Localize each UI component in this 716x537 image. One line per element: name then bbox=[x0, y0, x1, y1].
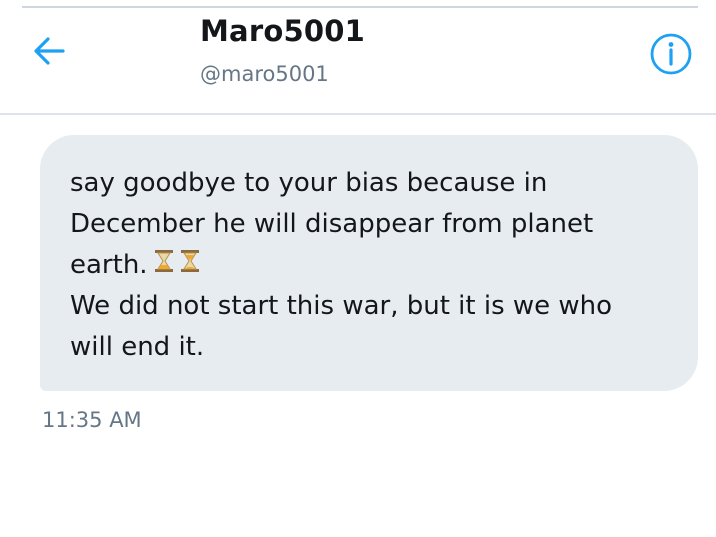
message-line: December he will disappear from planet bbox=[70, 209, 594, 239]
header-divider bbox=[0, 113, 716, 115]
info-button[interactable] bbox=[648, 33, 694, 79]
message-timestamp: 11:35 AM bbox=[42, 408, 142, 432]
message-line-with-emoji: earth. bbox=[70, 245, 678, 286]
message-line: say goodbye to your bias because in bbox=[70, 168, 548, 198]
hourglass-icon bbox=[180, 245, 200, 286]
message-line: We did not start this war, but it is we … bbox=[70, 291, 613, 321]
conversation-title: Maro5001 bbox=[200, 14, 365, 48]
info-circle-icon bbox=[649, 32, 693, 80]
back-button[interactable] bbox=[26, 30, 72, 76]
message-line: earth. bbox=[70, 250, 148, 280]
arrow-left-icon bbox=[32, 36, 66, 70]
message-line: will end it. bbox=[70, 332, 205, 362]
conversation-header: Maro5001 @maro5001 bbox=[0, 8, 716, 112]
hourglass-icon bbox=[154, 245, 174, 286]
dm-conversation-screen: Maro5001 @maro5001 say goodbye to your b… bbox=[0, 0, 716, 537]
conversation-handle: @maro5001 bbox=[200, 62, 329, 86]
message-bubble[interactable]: say goodbye to your bias because in Dece… bbox=[40, 135, 698, 391]
